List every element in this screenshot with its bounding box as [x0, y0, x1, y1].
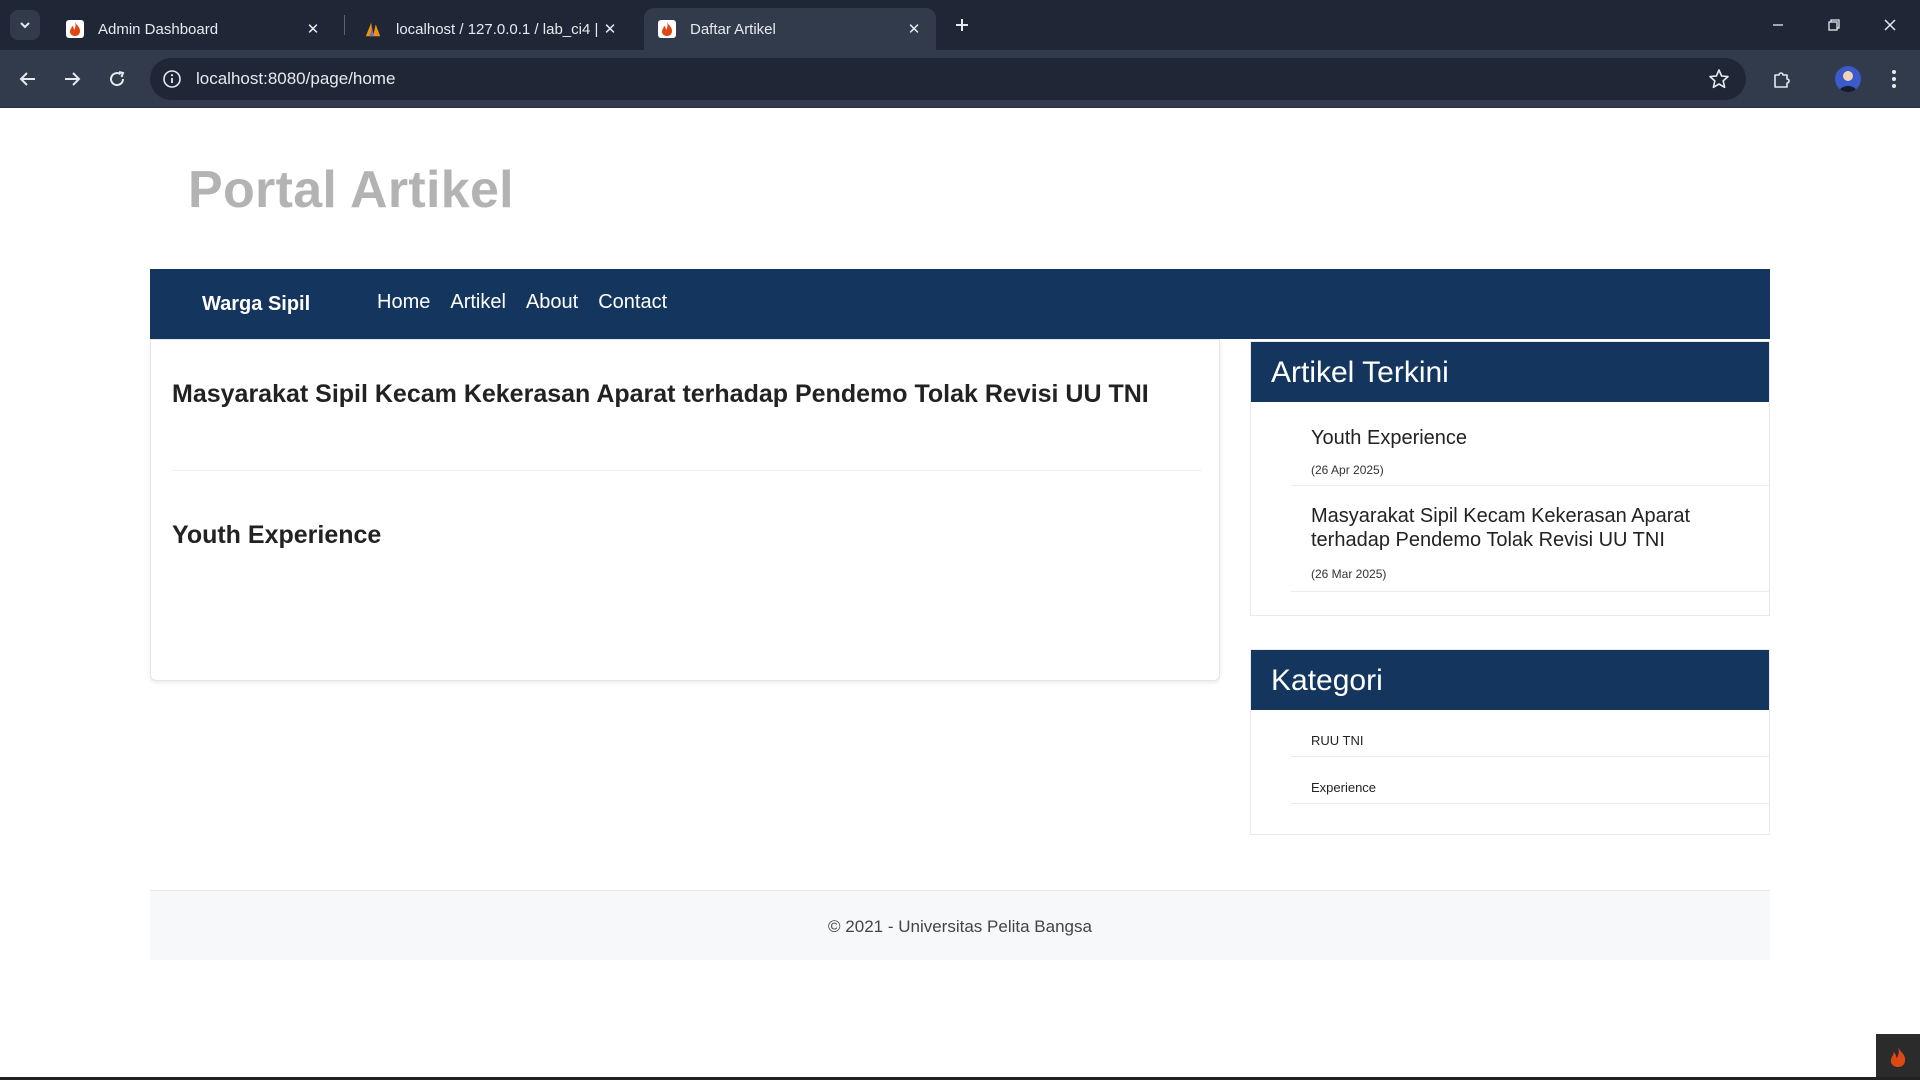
- codeigniter-debug-toolbar-button[interactable]: [1876, 1034, 1920, 1080]
- reload-icon: [110, 71, 125, 87]
- browser-toolbar: localhost:8080/page/home: [0, 50, 1920, 108]
- tab-search-button[interactable]: [10, 10, 40, 40]
- category-label[interactable]: Experience: [1311, 780, 1376, 795]
- site-title: Portal Artikel: [188, 161, 514, 219]
- plus-icon: [956, 19, 968, 31]
- puzzle-piece-icon: [1774, 72, 1790, 88]
- recent-article-date: (26 Mar 2025): [1311, 567, 1387, 581]
- minimize-icon: [1773, 24, 1783, 26]
- close-window-button[interactable]: [1862, 0, 1918, 50]
- url-text[interactable]: localhost:8080/page/home: [196, 69, 395, 89]
- restore-icon: [1828, 19, 1840, 31]
- footer-copyright: © 2021 - Universitas Pelita Bangsa: [828, 917, 1092, 936]
- article-title-link[interactable]: Masyarakat Sipil Kecam Kekerasan Aparat …: [172, 380, 1149, 409]
- nav-menu: Home Artikel About Contact: [377, 291, 667, 314]
- close-tab-icon[interactable]: ✕: [600, 19, 620, 39]
- main-navbar: Warga Sipil Home Artikel About Contact: [150, 269, 1770, 339]
- close-icon: [1884, 19, 1896, 31]
- recent-article-title[interactable]: Masyarakat Sipil Kecam Kekerasan Aparat: [1311, 504, 1690, 529]
- restore-window-button[interactable]: [1806, 0, 1862, 50]
- nav-link-about[interactable]: About: [526, 291, 578, 314]
- tab-phpmyadmin[interactable]: localhost / 127.0.0.1 / lab_ci4 | p ✕: [350, 8, 632, 50]
- close-tab-icon[interactable]: ✕: [904, 19, 924, 39]
- reload-button[interactable]: [101, 63, 133, 95]
- nav-link-home[interactable]: Home: [377, 291, 430, 314]
- site-footer: © 2021 - Universitas Pelita Bangsa: [150, 890, 1770, 960]
- minimize-window-button[interactable]: [1750, 0, 1806, 50]
- category-item[interactable]: Experience: [1291, 757, 1770, 804]
- close-tab-icon[interactable]: ✕: [303, 19, 323, 39]
- article-title-link[interactable]: Youth Experience: [172, 521, 381, 550]
- divider: [172, 470, 1202, 471]
- categories-widget: Kategori RUU TNI Experience: [1250, 649, 1770, 835]
- nav-link-contact[interactable]: Contact: [598, 291, 667, 314]
- recent-articles-widget: Artikel Terkini Youth Experience (26 Apr…: [1250, 341, 1770, 616]
- address-bar[interactable]: localhost:8080/page/home: [150, 58, 1746, 100]
- web-page: Portal Artikel Warga Sipil Home Artikel …: [0, 108, 1920, 1080]
- codeigniter-flame-icon: [66, 20, 84, 38]
- arrow-left-icon: [19, 72, 35, 86]
- extensions-button[interactable]: [1766, 63, 1798, 95]
- recent-article-date: (26 Apr 2025): [1311, 463, 1384, 477]
- recent-article-item[interactable]: Masyarakat Sipil Kecam Kekerasan Aparat …: [1291, 486, 1770, 592]
- chevron-down-icon: [20, 22, 30, 29]
- article-list: Masyarakat Sipil Kecam Kekerasan Aparat …: [150, 339, 1220, 681]
- tab-label: Daftar Artikel: [690, 20, 776, 38]
- nav-link-artikel[interactable]: Artikel: [450, 291, 506, 314]
- more-vertical-icon: [1892, 70, 1896, 88]
- tab-daftar-artikel[interactable]: Daftar Artikel ✕: [644, 8, 936, 50]
- tab-label: localhost / 127.0.0.1 / lab_ci4 | p: [396, 20, 600, 38]
- recent-article-title-line2[interactable]: terhadap Pendemo Tolak Revisi UU TNI: [1311, 528, 1665, 553]
- browser-menu-button[interactable]: [1878, 63, 1910, 95]
- widget-heading: Artikel Terkini: [1251, 342, 1769, 402]
- codeigniter-flame-icon: [658, 20, 676, 38]
- codeigniter-flame-icon: [1890, 1047, 1906, 1067]
- forward-button[interactable]: [56, 63, 88, 95]
- bookmark-star-icon[interactable]: [1708, 68, 1730, 90]
- tab-label: Admin Dashboard: [98, 20, 219, 38]
- category-label[interactable]: RUU TNI: [1311, 733, 1363, 748]
- recent-article-title[interactable]: Youth Experience: [1311, 426, 1467, 451]
- back-button[interactable]: [12, 63, 44, 95]
- recent-article-item[interactable]: Youth Experience (26 Apr 2025): [1291, 402, 1770, 486]
- site-brand[interactable]: Warga Sipil: [202, 293, 310, 316]
- tab-separator: [344, 15, 345, 35]
- phpmyadmin-sail-icon: [364, 20, 382, 38]
- arrow-right-icon: [65, 72, 81, 86]
- avatar: [1835, 66, 1861, 92]
- browser-tab-strip: Admin Dashboard ✕ localhost / 127.0.0.1 …: [0, 0, 1920, 50]
- site-info-icon[interactable]: [162, 69, 182, 89]
- profile-button[interactable]: [1832, 63, 1864, 95]
- new-tab-button[interactable]: [948, 11, 976, 39]
- widget-heading: Kategori: [1251, 650, 1769, 710]
- tab-admin-dashboard[interactable]: Admin Dashboard ✕: [52, 8, 335, 50]
- category-item[interactable]: RUU TNI: [1291, 710, 1770, 757]
